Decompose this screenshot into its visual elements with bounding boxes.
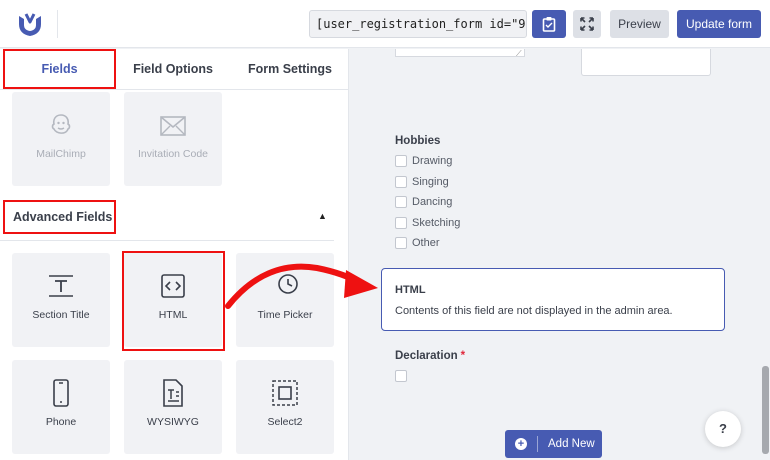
fields-panel: Fields Field Options Form Settings MailC… [0, 49, 349, 460]
update-form-button[interactable]: Update form [677, 10, 761, 38]
declaration-checkbox[interactable] [395, 370, 407, 382]
caret-up-icon[interactable]: ▲ [318, 211, 327, 221]
field-card-label: Invitation Code [137, 148, 209, 160]
resize-handle-icon[interactable]: ⟋ [516, 49, 522, 59]
plus-circle-icon: + [515, 438, 527, 450]
scrollbar-thumb[interactable] [762, 366, 769, 454]
logo-divider [57, 10, 58, 38]
declaration-label: Declaration * [395, 350, 465, 362]
checkbox-label: Other [412, 237, 440, 249]
preview-button[interactable]: Preview [610, 10, 669, 38]
checkbox[interactable] [395, 155, 407, 167]
invitation-envelope-icon [124, 110, 222, 140]
checkbox-option[interactable]: Dancing [395, 194, 452, 210]
field-card-phone[interactable]: Phone [12, 360, 110, 454]
textarea-remnant[interactable] [395, 49, 525, 57]
field-card-label: MailChimp [36, 148, 86, 160]
html-field-title: HTML [395, 284, 426, 296]
checkbox-label: Dancing [412, 196, 453, 208]
field-card-label: Phone [45, 416, 77, 428]
top-toolbar: [user_registration_form id="9"] Preview … [0, 0, 770, 48]
tabs-divider [0, 89, 348, 90]
checkbox-option[interactable]: Singing [395, 174, 449, 190]
phone-icon [12, 378, 110, 408]
input-remnant[interactable] [581, 49, 711, 76]
form-builder-canvas: ⟋ Hobbies Drawing Singing Dancing Sketch… [350, 49, 770, 460]
field-card-label: WYSIWYG [147, 416, 199, 428]
wysiwyg-document-icon [124, 378, 222, 408]
declaration-label-text: Declaration [395, 350, 458, 362]
tab-fields[interactable]: Fields [3, 49, 116, 89]
field-card-select2[interactable]: Select2 [236, 360, 334, 454]
annotation-arrow-icon [225, 263, 378, 309]
form-shortcode-field[interactable]: [user_registration_form id="9"] [309, 10, 527, 38]
field-card-invitation-code[interactable]: Invitation Code [124, 92, 222, 186]
checkbox[interactable] [395, 237, 407, 249]
field-card-label: Select2 [267, 416, 303, 428]
panel-tabs: Fields Field Options Form Settings [0, 49, 348, 89]
field-card-wysiwyg[interactable]: WYSIWYG [124, 360, 222, 454]
checkbox-option[interactable]: Sketching [395, 215, 460, 231]
mailchimp-icon [12, 110, 110, 140]
clipboard-icon [542, 17, 556, 32]
field-card-section-title[interactable]: Section Title [12, 253, 110, 347]
checkbox-label: Singing [412, 176, 449, 188]
checkbox-label: Drawing [412, 155, 453, 167]
html-field-description: Contents of this field are not displayed… [395, 305, 673, 317]
expand-icon [580, 17, 594, 31]
user-registration-logo-icon [16, 10, 44, 38]
add-new-label: Add New [548, 438, 595, 450]
field-card-mailchimp[interactable]: MailChimp [12, 92, 110, 186]
advanced-divider [0, 240, 334, 241]
tab-field-options[interactable]: Field Options [122, 49, 224, 89]
advanced-fields-header[interactable]: Advanced Fields [3, 200, 116, 234]
button-divider [537, 436, 538, 452]
add-new-row-button[interactable]: + Add New [505, 430, 602, 458]
tab-form-settings[interactable]: Form Settings [235, 49, 345, 89]
checkbox-label: Sketching [412, 217, 461, 229]
html-card-highlight [122, 251, 225, 351]
html-field-block[interactable]: HTML Contents of this field are not disp… [381, 268, 725, 331]
checkbox[interactable] [395, 196, 407, 208]
hobbies-label: Hobbies [395, 135, 441, 147]
fullscreen-button[interactable] [573, 10, 601, 38]
section-title-icon [12, 271, 110, 301]
checkbox[interactable] [395, 217, 407, 229]
required-asterisk: * [460, 350, 466, 362]
help-button[interactable]: ? [705, 411, 741, 447]
checkbox-option[interactable]: Other [395, 235, 440, 251]
select2-icon [236, 378, 334, 408]
field-card-label: Section Title [32, 309, 90, 321]
checkbox-option[interactable]: Drawing [395, 153, 452, 169]
checkbox[interactable] [395, 176, 407, 188]
copy-shortcode-button[interactable] [532, 10, 566, 38]
